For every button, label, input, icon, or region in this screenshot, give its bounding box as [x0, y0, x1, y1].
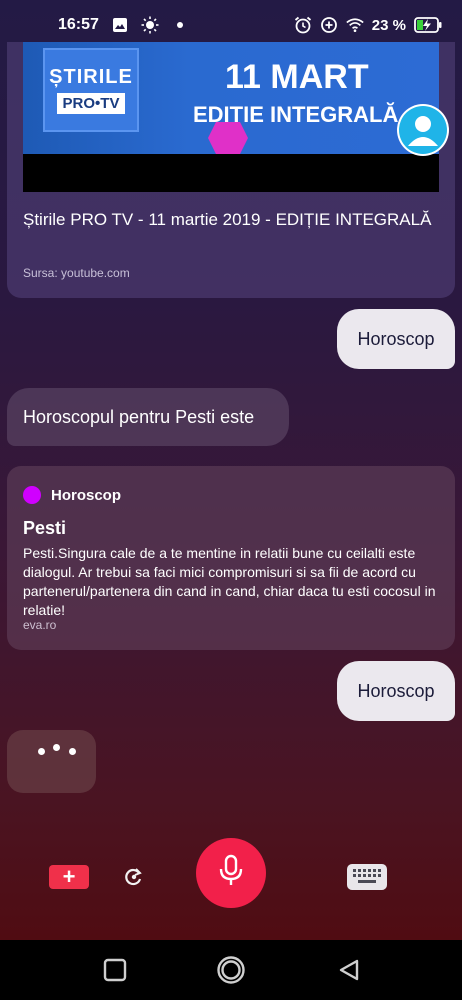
user-message-1: Horoscop [337, 309, 455, 369]
image-icon [111, 16, 129, 34]
add-label: + [62, 864, 76, 889]
recents-icon[interactable] [100, 955, 130, 985]
alarm-icon [294, 16, 312, 34]
dot-icon [171, 16, 189, 34]
news-card[interactable]: ȘTIRILE PRO•TV 11 MART EDIȚIE INTEGRALĂ … [7, 42, 455, 298]
pro-tv-logo: ȘTIRILE PRO•TV [43, 48, 139, 132]
horoscope-source[interactable]: eva.ro [23, 618, 56, 632]
battery-charging-icon [414, 16, 442, 34]
typing-dot [38, 748, 45, 755]
news-thumbnail[interactable]: ȘTIRILE PRO•TV 11 MART EDIȚIE INTEGRALĂ [23, 42, 439, 192]
thumbnail-headline-1: 11 MART [225, 58, 369, 96]
home-icon[interactable] [214, 953, 248, 987]
data-saver-icon [320, 16, 338, 34]
presenter-figure [208, 122, 248, 154]
logo-top-text: ȘTIRILE [49, 66, 133, 88]
horoscope-card-header: Horoscop [23, 486, 121, 504]
news-source: Sursa: youtube.com [23, 266, 130, 280]
microphone-button[interactable] [196, 838, 266, 908]
thumbnail-letterbox [23, 154, 439, 192]
horoscope-dot-icon [23, 486, 41, 504]
user-message-2: Horoscop [337, 661, 455, 721]
horoscope-title: Pesti [23, 518, 67, 538]
brightness-icon [141, 16, 159, 34]
back-icon[interactable] [334, 955, 364, 985]
user-avatar-icon[interactable] [397, 104, 449, 156]
horoscope-body: Pesti.Singura cale de a te mentine in re… [23, 545, 436, 618]
bot-message-1: Horoscopul pentru Pesti este [7, 388, 289, 446]
add-button[interactable]: + [49, 864, 89, 889]
typing-dot [69, 748, 76, 755]
refresh-icon[interactable] [124, 867, 144, 887]
battery-percent: 23 % [371, 16, 406, 34]
typing-dot [53, 744, 60, 751]
typing-indicator [7, 730, 96, 793]
logo-bottom-text: PRO•TV [56, 93, 126, 114]
horoscope-header-label: Horoscop [51, 486, 122, 504]
keyboard-icon[interactable] [347, 864, 387, 890]
navigation-bar [0, 940, 462, 1000]
horoscope-card[interactable]: Horoscop Pesti Pesti.Singura cale de a t… [7, 466, 455, 650]
news-title[interactable]: Știrile PRO TV - 11 martie 2019 - EDIȚIE… [23, 208, 433, 232]
microphone-icon [218, 854, 244, 893]
wifi-icon [346, 16, 364, 34]
status-time: 16:57 [58, 16, 99, 33]
